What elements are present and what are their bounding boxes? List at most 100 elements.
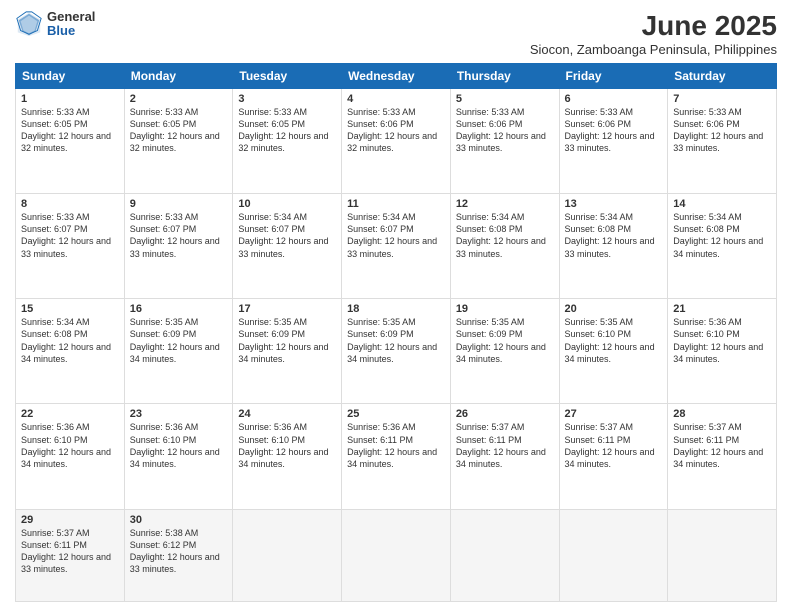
day-number: 8 xyxy=(21,198,119,210)
month-title: June 2025 xyxy=(530,10,777,42)
day-cell: 13 Sunrise: 5:34 AMSunset: 6:08 PMDayligh… xyxy=(559,194,668,299)
day-cell: 19Sunrise: 5:35 AMSunset: 6:09 PMDayligh… xyxy=(450,299,559,404)
day-cell xyxy=(450,509,559,601)
day-number: 11 xyxy=(347,198,445,210)
day-number: 24 xyxy=(238,408,336,420)
day-info: Sunrise: 5:33 AMSunset: 6:06 PMDaylight:… xyxy=(456,107,546,153)
day-number: 2 xyxy=(130,93,228,105)
day-cell xyxy=(668,509,777,601)
day-info: Sunrise: 5:35 AMSunset: 6:09 PMDaylight:… xyxy=(456,317,546,363)
day-cell: 18 Sunrise: 5:35 AMSunset: 6:09 PMDayligh… xyxy=(342,299,451,404)
header-friday: Friday xyxy=(559,64,668,89)
day-cell: 14 Sunrise: 5:34 AMSunset: 6:08 PMDayligh… xyxy=(668,194,777,299)
day-cell: 2 Sunrise: 5:33 AMSunset: 6:05 PMDaylight… xyxy=(124,89,233,194)
week-row-4: 22 Sunrise: 5:36 AMSunset: 6:10 PMDayligh… xyxy=(16,404,777,509)
day-number: 3 xyxy=(238,93,336,105)
day-info: Sunrise: 5:34 AMSunset: 6:08 PMDaylight:… xyxy=(456,212,546,258)
day-cell: 29Sunrise: 5:37 AMSunset: 6:11 PMDayligh… xyxy=(16,509,125,601)
day-cell: 4Sunrise: 5:33 AMSunset: 6:06 PMDaylight… xyxy=(342,89,451,194)
day-cell: 7Sunrise: 5:33 AMSunset: 6:06 PMDaylight… xyxy=(668,89,777,194)
day-number: 30 xyxy=(130,514,228,526)
day-cell: 25Sunrise: 5:36 AMSunset: 6:11 PMDayligh… xyxy=(342,404,451,509)
day-info: Sunrise: 5:33 AMSunset: 6:05 PMDaylight:… xyxy=(21,107,111,153)
day-info: Sunrise: 5:37 AMSunset: 6:11 PMDaylight:… xyxy=(565,422,655,468)
day-cell: 10 Sunrise: 5:34 AMSunset: 6:07 PMDayligh… xyxy=(233,194,342,299)
week-row-5: 29Sunrise: 5:37 AMSunset: 6:11 PMDayligh… xyxy=(16,509,777,601)
day-number: 26 xyxy=(456,408,554,420)
day-info: Sunrise: 5:34 AMSunset: 6:08 PMDaylight:… xyxy=(21,317,111,363)
day-info: Sunrise: 5:36 AMSunset: 6:10 PMDaylight:… xyxy=(673,317,763,363)
day-info: Sunrise: 5:37 AMSunset: 6:11 PMDaylight:… xyxy=(456,422,546,468)
day-info: Sunrise: 5:36 AMSunset: 6:11 PMDaylight:… xyxy=(347,422,437,468)
day-number: 20 xyxy=(565,303,663,315)
week-row-2: 8 Sunrise: 5:33 AMSunset: 6:07 PMDaylight… xyxy=(16,194,777,299)
day-info: Sunrise: 5:34 AMSunset: 6:07 PMDaylight:… xyxy=(347,212,437,258)
day-info: Sunrise: 5:33 AMSunset: 6:05 PMDaylight:… xyxy=(130,107,220,153)
location-title: Siocon, Zamboanga Peninsula, Philippines xyxy=(530,42,777,57)
day-cell: 9Sunrise: 5:33 AMSunset: 6:07 PMDaylight… xyxy=(124,194,233,299)
day-cell: 20 Sunrise: 5:35 AMSunset: 6:10 PMDayligh… xyxy=(559,299,668,404)
day-info: Sunrise: 5:33 AMSunset: 6:06 PMDaylight:… xyxy=(565,107,655,153)
day-number: 15 xyxy=(21,303,119,315)
header-wednesday: Wednesday xyxy=(342,64,451,89)
day-info: Sunrise: 5:34 AMSunset: 6:08 PMDaylight:… xyxy=(673,212,763,258)
header-monday: Monday xyxy=(124,64,233,89)
day-info: Sunrise: 5:36 AMSunset: 6:10 PMDaylight:… xyxy=(238,422,328,468)
day-info: Sunrise: 5:34 AMSunset: 6:07 PMDaylight:… xyxy=(238,212,328,258)
day-number: 17 xyxy=(238,303,336,315)
day-info: Sunrise: 5:35 AMSunset: 6:09 PMDaylight:… xyxy=(238,317,328,363)
day-cell: 8 Sunrise: 5:33 AMSunset: 6:07 PMDaylight… xyxy=(16,194,125,299)
header: General Blue June 2025 Siocon, Zamboanga… xyxy=(15,10,777,57)
day-cell: 11 Sunrise: 5:34 AMSunset: 6:07 PMDayligh… xyxy=(342,194,451,299)
day-cell: 1 Sunrise: 5:33 AMSunset: 6:05 PMDaylight… xyxy=(16,89,125,194)
day-info: Sunrise: 5:36 AMSunset: 6:10 PMDaylight:… xyxy=(21,422,111,468)
day-cell: 27Sunrise: 5:37 AMSunset: 6:11 PMDayligh… xyxy=(559,404,668,509)
day-number: 12 xyxy=(456,198,554,210)
day-info: Sunrise: 5:35 AMSunset: 6:09 PMDaylight:… xyxy=(347,317,437,363)
day-info: Sunrise: 5:36 AMSunset: 6:10 PMDaylight:… xyxy=(130,422,220,468)
day-cell: 15 Sunrise: 5:34 AMSunset: 6:08 PMDayligh… xyxy=(16,299,125,404)
day-cell: 12 Sunrise: 5:34 AMSunset: 6:08 PMDayligh… xyxy=(450,194,559,299)
day-number: 28 xyxy=(673,408,771,420)
header-saturday: Saturday xyxy=(668,64,777,89)
day-info: Sunrise: 5:35 AMSunset: 6:10 PMDaylight:… xyxy=(565,317,655,363)
title-block: June 2025 Siocon, Zamboanga Peninsula, P… xyxy=(530,10,777,57)
day-number: 22 xyxy=(21,408,119,420)
day-number: 7 xyxy=(673,93,771,105)
logo-text: General Blue xyxy=(47,10,95,39)
day-cell: 30Sunrise: 5:38 AMSunset: 6:12 PMDayligh… xyxy=(124,509,233,601)
day-cell: 24 Sunrise: 5:36 AMSunset: 6:10 PMDayligh… xyxy=(233,404,342,509)
header-tuesday: Tuesday xyxy=(233,64,342,89)
day-cell xyxy=(559,509,668,601)
day-number: 4 xyxy=(347,93,445,105)
day-info: Sunrise: 5:35 AMSunset: 6:09 PMDaylight:… xyxy=(130,317,220,363)
page: General Blue June 2025 Siocon, Zamboanga… xyxy=(0,0,792,612)
day-number: 16 xyxy=(130,303,228,315)
calendar: Sunday Monday Tuesday Wednesday Thursday… xyxy=(15,63,777,602)
day-number: 6 xyxy=(565,93,663,105)
day-cell: 26 Sunrise: 5:37 AMSunset: 6:11 PMDayligh… xyxy=(450,404,559,509)
day-number: 23 xyxy=(130,408,228,420)
day-info: Sunrise: 5:33 AMSunset: 6:07 PMDaylight:… xyxy=(21,212,111,258)
day-cell: 28 Sunrise: 5:37 AMSunset: 6:11 PMDayligh… xyxy=(668,404,777,509)
day-cell xyxy=(342,509,451,601)
day-number: 10 xyxy=(238,198,336,210)
day-cell: 22 Sunrise: 5:36 AMSunset: 6:10 PMDayligh… xyxy=(16,404,125,509)
day-number: 1 xyxy=(21,93,119,105)
day-cell: 23 Sunrise: 5:36 AMSunset: 6:10 PMDayligh… xyxy=(124,404,233,509)
day-number: 5 xyxy=(456,93,554,105)
day-info: Sunrise: 5:34 AMSunset: 6:08 PMDaylight:… xyxy=(565,212,655,258)
day-number: 13 xyxy=(565,198,663,210)
week-row-3: 15 Sunrise: 5:34 AMSunset: 6:08 PMDayligh… xyxy=(16,299,777,404)
day-cell: 21 Sunrise: 5:36 AMSunset: 6:10 PMDayligh… xyxy=(668,299,777,404)
day-number: 14 xyxy=(673,198,771,210)
day-cell: 6 Sunrise: 5:33 AMSunset: 6:06 PMDaylight… xyxy=(559,89,668,194)
day-number: 18 xyxy=(347,303,445,315)
day-cell xyxy=(233,509,342,601)
day-number: 21 xyxy=(673,303,771,315)
header-thursday: Thursday xyxy=(450,64,559,89)
day-info: Sunrise: 5:37 AMSunset: 6:11 PMDaylight:… xyxy=(673,422,763,468)
logo-general-text: General xyxy=(47,10,95,24)
day-cell: 16 Sunrise: 5:35 AMSunset: 6:09 PMDayligh… xyxy=(124,299,233,404)
day-cell: 17 Sunrise: 5:35 AMSunset: 6:09 PMDayligh… xyxy=(233,299,342,404)
